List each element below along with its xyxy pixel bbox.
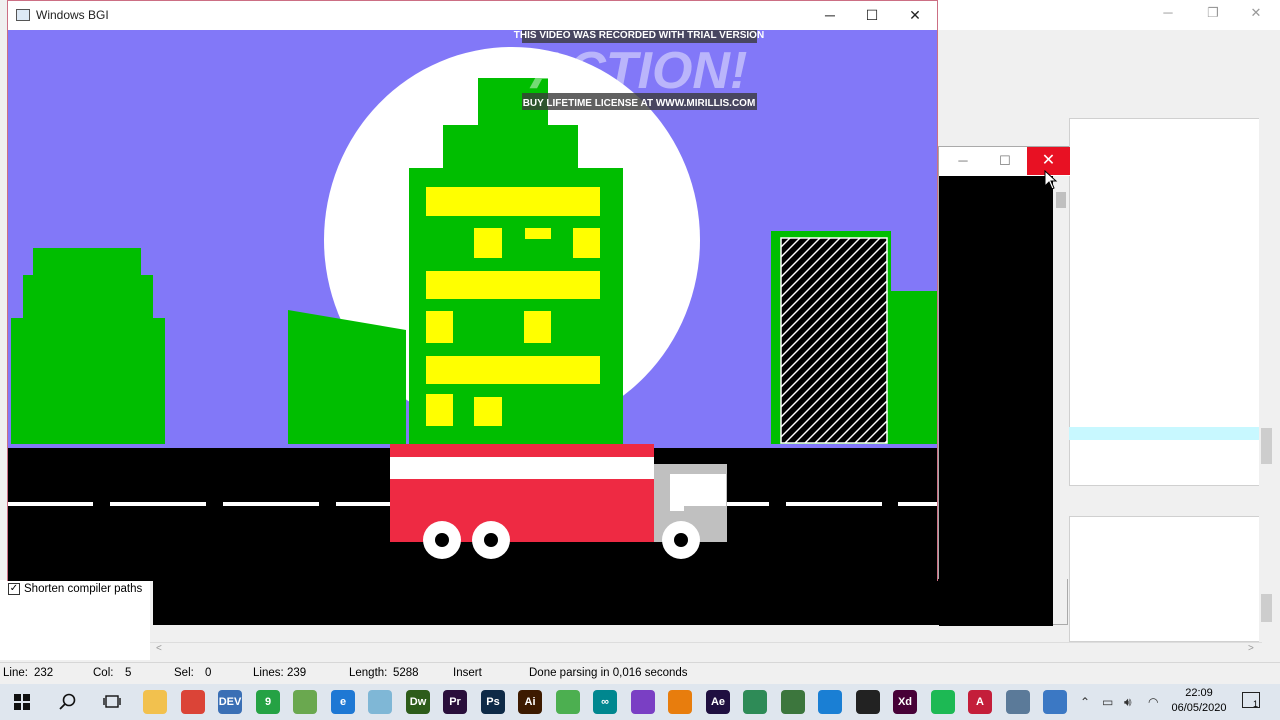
status-lines-value: 239 bbox=[287, 667, 307, 679]
bgi-titlebar[interactable]: Windows BGI ─ ☐ ✕ bbox=[8, 1, 937, 30]
clock-time: 22:09 bbox=[1185, 687, 1213, 699]
shorten-compiler-paths-label: Shorten compiler paths bbox=[24, 583, 143, 595]
chevron-up-icon[interactable]: ⌃ bbox=[1080, 695, 1090, 709]
status-line-label: Line: bbox=[3, 667, 28, 679]
whatsapp-icon[interactable]: 9 bbox=[256, 690, 280, 714]
console-scrollbar[interactable] bbox=[1053, 176, 1069, 626]
search-icon[interactable] bbox=[59, 693, 77, 711]
console-window: ─ ☐ ✕ bbox=[938, 146, 1070, 626]
window-app-icon bbox=[16, 9, 30, 21]
console-scrollbar-lower[interactable] bbox=[1053, 579, 1068, 625]
blender-icon[interactable] bbox=[668, 690, 692, 714]
greenshot-icon[interactable] bbox=[293, 690, 317, 714]
status-length-label: Length: bbox=[349, 667, 388, 679]
chrome-icon[interactable] bbox=[181, 690, 205, 714]
terrain-icon[interactable] bbox=[781, 690, 805, 714]
shorten-compiler-paths-option[interactable]: ✓ Shorten compiler paths bbox=[8, 583, 142, 595]
wifi-icon[interactable]: ◠ bbox=[1148, 695, 1158, 709]
status-sel-value: 0 bbox=[205, 667, 212, 679]
shorten-compiler-paths-checkbox[interactable]: ✓ bbox=[8, 583, 20, 595]
console-output bbox=[939, 176, 1053, 626]
console-maximize-button[interactable]: ☐ bbox=[985, 147, 1025, 175]
bgi-window: Windows BGI ─ ☐ ✕ THIS VIDEO WAS RECORDE… bbox=[7, 0, 938, 581]
status-lines-label: Lines: bbox=[253, 667, 284, 679]
sublime-icon[interactable] bbox=[556, 690, 580, 714]
photoshop-icon[interactable]: Ps bbox=[481, 690, 505, 714]
status-length-value: 5288 bbox=[393, 667, 419, 679]
bgi-maximize-button[interactable]: ☐ bbox=[850, 1, 894, 30]
status-sel-label: Sel: bbox=[174, 667, 194, 679]
windows-taskbar: DEV 9 e Dw Pr Ps Ai ∞ Ae Xd A ⌃ ▭ 🔊︎ ◠ 22:09 06/05… bbox=[0, 684, 1280, 720]
mouse-cursor-icon bbox=[1044, 170, 1058, 190]
console-minimize-button[interactable]: ─ bbox=[943, 147, 983, 175]
file-explorer-icon[interactable] bbox=[143, 690, 167, 714]
notification-count: 1 bbox=[1252, 699, 1258, 709]
unity-icon[interactable] bbox=[856, 690, 880, 714]
ide-highlighted-line bbox=[1069, 427, 1261, 440]
bgi-close-button[interactable]: ✕ bbox=[893, 1, 937, 30]
taskbar-clock[interactable]: 22:09 06/05/2020 bbox=[1160, 686, 1238, 716]
illustrator-icon[interactable]: Ai bbox=[518, 690, 542, 714]
ide-close-button[interactable]: ✕ bbox=[1241, 3, 1271, 23]
edge-icon[interactable]: e bbox=[331, 690, 355, 714]
ide-restore-button[interactable]: ❐ bbox=[1198, 3, 1228, 23]
status-message: Done parsing in 0,016 seconds bbox=[529, 667, 688, 679]
bgi-minimize-button[interactable]: ─ bbox=[808, 1, 852, 30]
clock-date: 06/05/2020 bbox=[1171, 702, 1227, 714]
watermark-top-text: THIS VIDEO WAS RECORDED WITH TRIAL VERSI… bbox=[514, 30, 764, 41]
maps-icon[interactable] bbox=[743, 690, 767, 714]
vscode-icon[interactable] bbox=[818, 690, 842, 714]
status-col-value: 5 bbox=[125, 667, 132, 679]
scroll-left-icon[interactable]: < bbox=[156, 643, 162, 654]
trial-watermark: THIS VIDEO WAS RECORDED WITH TRIAL VERSI… bbox=[514, 30, 764, 110]
ide-bottom-pane bbox=[1069, 516, 1274, 642]
arduino-icon[interactable]: ∞ bbox=[593, 690, 617, 714]
watermark-logo: ACTION! bbox=[529, 42, 748, 100]
scroll-thumb[interactable] bbox=[1261, 594, 1272, 622]
scroll-thumb[interactable] bbox=[1056, 192, 1066, 208]
bgi-canvas: THIS VIDEO WAS RECORDED WITH TRIAL VERSI… bbox=[8, 30, 937, 581]
xd-icon[interactable]: Xd bbox=[893, 690, 917, 714]
ide-title-area: ─ ❐ ✕ bbox=[938, 0, 1280, 30]
watermark-bottom-text: BUY LIFETIME LICENSE AT WWW.MIRILLIS.COM bbox=[523, 98, 756, 109]
slanted-building bbox=[288, 310, 406, 444]
bgi-window-title: Windows BGI bbox=[36, 8, 109, 22]
notepad-icon[interactable] bbox=[368, 690, 392, 714]
ide-right-scrollbar[interactable] bbox=[1259, 118, 1274, 486]
battery-icon[interactable]: ▭ bbox=[1102, 695, 1113, 709]
bgi-app-icon[interactable] bbox=[1043, 690, 1067, 714]
action-recorder-icon[interactable]: A bbox=[968, 690, 992, 714]
windows-start-icon[interactable] bbox=[14, 694, 30, 710]
ide-minimize-button[interactable]: ─ bbox=[1153, 3, 1183, 23]
task-view-icon[interactable] bbox=[103, 694, 121, 710]
console-output-lower bbox=[153, 579, 1053, 625]
visual-studio-icon[interactable] bbox=[631, 690, 655, 714]
dev-cpp-icon[interactable]: DEV bbox=[218, 690, 242, 714]
spotify-icon[interactable] bbox=[931, 690, 955, 714]
window-app-icon[interactable] bbox=[1006, 690, 1030, 714]
dreamweaver-icon[interactable]: Dw bbox=[406, 690, 430, 714]
status-col-label: Col: bbox=[93, 667, 114, 679]
notification-icon[interactable]: 1 bbox=[1242, 692, 1260, 709]
premiere-icon[interactable]: Pr bbox=[443, 690, 467, 714]
scroll-right-icon[interactable]: > bbox=[1248, 643, 1254, 654]
scroll-thumb[interactable] bbox=[1261, 428, 1272, 464]
status-line-value: 232 bbox=[34, 667, 54, 679]
ide-splitter[interactable] bbox=[1069, 486, 1274, 516]
ide-horizontal-scrollbar[interactable]: < > bbox=[150, 642, 1262, 657]
status-insert-mode: Insert bbox=[453, 667, 482, 679]
ide-status-bar: Line: 232 Col: 5 Sel: 0 Lines: 239 Lengt… bbox=[0, 662, 1280, 684]
volume-icon[interactable]: 🔊︎ bbox=[1124, 695, 1132, 710]
ide-bottom-scrollbar[interactable] bbox=[1259, 516, 1274, 642]
after-effects-icon[interactable]: Ae bbox=[706, 690, 730, 714]
left-building bbox=[11, 248, 165, 444]
